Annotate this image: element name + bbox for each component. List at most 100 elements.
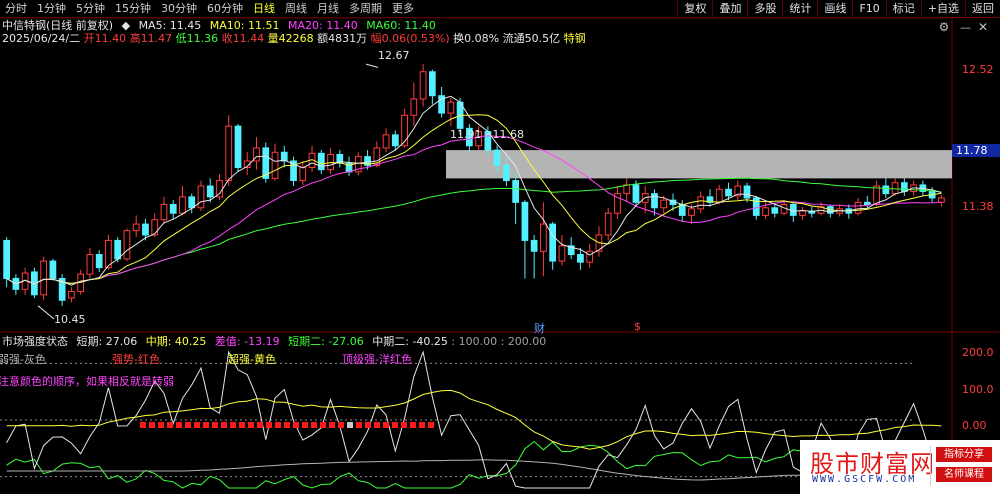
annotation-high: 12.67 — [378, 49, 410, 62]
candle-body-0 — [3, 239, 10, 279]
watermark-logo: 股市财富网 WWW.GSCFW.COM 指标分享 名师课程 — [800, 440, 1000, 494]
state-square-4 — [176, 422, 182, 428]
state-square-10 — [230, 422, 236, 428]
indicator-levels: : 100.00 : 200.00 — [451, 335, 547, 348]
state-square-25 — [365, 422, 371, 428]
state-square-2 — [158, 422, 164, 428]
state-square-23 — [347, 422, 353, 428]
finance-event-mark[interactable]: 财 — [534, 320, 545, 336]
candle-body-11 — [105, 239, 112, 269]
candle-body-101 — [938, 197, 945, 203]
indicator-axis-0: 0.00 — [962, 419, 987, 432]
candle-body-77 — [715, 188, 723, 203]
current-price-marker: 11.78 — [952, 144, 1000, 157]
indicator-mid2: 中期二: -40.25 — [372, 335, 448, 348]
candle-body-17 — [160, 203, 168, 221]
candle-body-10 — [95, 254, 103, 269]
state-square-29 — [401, 422, 407, 428]
candle-body-68 — [632, 184, 640, 203]
candle-body-82 — [762, 207, 769, 216]
candle-body-14 — [132, 223, 140, 232]
state-square-12 — [248, 422, 254, 428]
candle-body-54 — [503, 164, 510, 182]
legend-strong: 强势-红色 — [112, 353, 160, 366]
state-square-20 — [320, 422, 326, 428]
candle-body-20 — [188, 196, 196, 209]
candle-body-24 — [225, 125, 233, 182]
dividend-event-mark[interactable]: $ — [634, 320, 641, 333]
watermark-badge-1: 指标分享 — [936, 447, 992, 462]
candle-body-59 — [549, 223, 557, 262]
watermark-divider — [930, 446, 931, 486]
candle-body-34 — [317, 152, 325, 171]
candle-body-13 — [123, 230, 131, 260]
watermark-url: WWW.GSCFW.COM — [812, 474, 917, 485]
candle-body-9 — [86, 254, 94, 275]
state-square-19 — [311, 422, 317, 428]
state-square-1 — [149, 422, 155, 428]
chart-canvas[interactable] — [0, 0, 1000, 494]
candle-body-97 — [900, 182, 908, 192]
candle-body-67 — [623, 184, 631, 195]
state-square-5 — [185, 422, 191, 428]
state-square-31 — [419, 422, 425, 428]
state-square-3 — [167, 422, 173, 428]
state-square-30 — [410, 422, 416, 428]
candle-body-70 — [651, 193, 658, 209]
candle-body-78 — [725, 188, 732, 197]
candle-body-15 — [142, 223, 149, 236]
candle-body-48 — [447, 101, 455, 114]
candle-body-92 — [854, 201, 862, 214]
state-square-8 — [212, 422, 218, 428]
candle-body-35 — [327, 153, 334, 171]
annotation-low: 10.45 — [54, 313, 86, 326]
candle-body-7 — [68, 291, 75, 299]
state-square-6 — [194, 422, 200, 428]
indicator-mid: 中期: 40.25 — [145, 335, 207, 348]
legend-super: 超强-黄色 — [228, 353, 276, 366]
state-square-32 — [428, 422, 434, 428]
legend-weak: 弱强-灰色 — [0, 353, 46, 366]
annotation-high-pointer — [365, 63, 379, 68]
candle-body-74 — [688, 208, 695, 216]
state-square-7 — [203, 422, 209, 428]
state-square-22 — [338, 422, 344, 428]
candle-body-80 — [743, 185, 751, 199]
candle-body-96 — [891, 182, 899, 195]
indicator-short: 短期: 27.06 — [76, 335, 138, 348]
candle-body-18 — [169, 203, 177, 214]
candle-body-71 — [660, 199, 668, 209]
annotation-low-pointer — [37, 305, 55, 320]
indicator-diff: 差值: -13.19 — [214, 335, 280, 348]
state-square-26 — [374, 422, 380, 428]
candle-body-32 — [299, 167, 307, 182]
candle-body-16 — [151, 219, 159, 236]
candle-body-83 — [771, 207, 779, 214]
state-square-14 — [266, 422, 272, 428]
state-square-21 — [329, 422, 335, 428]
candle-body-95 — [882, 185, 890, 195]
candle-body-44 — [410, 98, 418, 116]
watermark-badge-2: 名师课程 — [936, 467, 992, 482]
indicator-note: 注意颜色的顺序，如果相反就是转弱 — [0, 375, 174, 388]
state-square-16 — [284, 422, 290, 428]
resistance-zone — [446, 150, 952, 179]
candle-body-75 — [697, 196, 705, 210]
candle-body-25 — [234, 125, 242, 169]
state-square-15 — [275, 422, 281, 428]
state-square-28 — [392, 422, 398, 428]
state-square-9 — [221, 422, 227, 428]
candle-body-62 — [577, 254, 584, 263]
stock-chart-app: 分时 1分钟 5分钟 15分钟 30分钟 60分钟 日线 周线 月线 多周期 更多 复权 叠加 多股 统计… — [0, 0, 1000, 494]
state-square-18 — [302, 422, 308, 428]
candle-body-4 — [40, 260, 48, 296]
candle-body-42 — [391, 134, 399, 147]
state-square-0 — [140, 422, 146, 428]
candle-body-53 — [493, 149, 501, 166]
state-square-27 — [383, 422, 389, 428]
indicator-axis-200: 200.0 — [962, 346, 994, 359]
indicator-info-line: 市场强度状态 短期: 27.06 中期: 40.25 差值: -13.19 短期… — [2, 335, 546, 349]
candle-body-45 — [419, 71, 427, 100]
candle-body-5 — [49, 260, 57, 279]
candle-body-46 — [428, 71, 436, 97]
